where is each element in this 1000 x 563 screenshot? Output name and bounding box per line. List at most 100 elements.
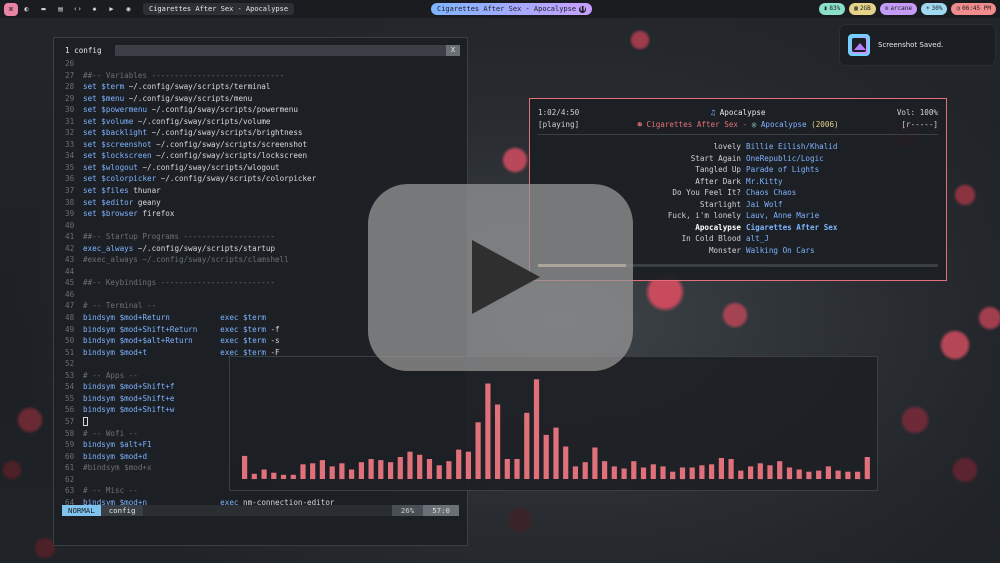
- visualizer-bar: [543, 434, 549, 479]
- gear-icon[interactable]: ✹: [86, 5, 103, 13]
- visualizer-bar: [378, 460, 384, 479]
- track-title: Tangled Up: [695, 165, 741, 174]
- track-artist: Billie Eilish/Khalid: [746, 142, 838, 151]
- code-token: $mod: [119, 313, 138, 323]
- code-line[interactable]: 30 set $powermenu ~/.config/sway/scripts/…: [65, 104, 334, 116]
- github-icon[interactable]: ◉: [120, 5, 137, 13]
- code-line[interactable]: 50 bindsym $mod+$alt+Return exec $term -s: [65, 335, 334, 347]
- playlist-item[interactable]: Start Again OneRepublic/Logic: [538, 153, 938, 165]
- code-token: $mod: [119, 382, 138, 392]
- code-line[interactable]: 40: [65, 220, 334, 232]
- code-line[interactable]: 48 bindsym $mod+Return exec $term: [65, 312, 334, 324]
- visualizer-bar: [660, 466, 666, 479]
- code-line[interactable]: 43 #exec_always ~/.config/sway/scripts/cl…: [65, 254, 334, 266]
- visualizer-bar: [329, 466, 335, 479]
- line-number: 51: [65, 347, 75, 357]
- close-tab-button[interactable]: X: [446, 45, 460, 56]
- code-token: $screenshot: [101, 139, 152, 149]
- code-token: ~/.config/sway/scripts/screenshot: [151, 139, 308, 149]
- visualizer-bar: [845, 471, 851, 480]
- launcher-button[interactable]: ⌘: [4, 2, 18, 16]
- code-token: $mod: [119, 393, 138, 403]
- code-token: $term: [243, 336, 266, 346]
- code-line[interactable]: 28 set $term ~/.config/sway/scripts/termi…: [65, 81, 334, 93]
- video-icon[interactable]: ▶: [103, 5, 120, 13]
- pause-icon[interactable]: ❚❚: [579, 5, 587, 13]
- code-token: +Return: [137, 313, 221, 323]
- code-line[interactable]: 39 set $browser firefox: [65, 208, 334, 220]
- playlist-item[interactable]: lovely Billie Eilish/Khalid: [538, 141, 938, 153]
- code-token: bindsym: [83, 324, 120, 334]
- visualizer-bar: [475, 422, 481, 479]
- now-playing-pill[interactable]: Cigarettes After Sex - Apocalypse ❚❚: [431, 3, 593, 15]
- code-line[interactable]: 38 set $editor geany: [65, 197, 334, 209]
- code-token: set: [83, 162, 102, 172]
- code-line[interactable]: 36 set $colorpicker ~/.config/sway/script…: [65, 173, 334, 185]
- visualizer-bar: [640, 467, 647, 480]
- code-token: $editor: [101, 197, 134, 207]
- code-line[interactable]: 46: [65, 289, 334, 301]
- line-number: 48: [65, 313, 75, 323]
- visualizer-bar: [738, 470, 744, 479]
- code-line[interactable]: 44: [65, 266, 334, 278]
- code-line[interactable]: 31 set $volume ~/.config/sway/scripts/vol…: [65, 116, 334, 128]
- memory-indicator[interactable]: ▦ 2GB: [849, 3, 876, 15]
- track-title: Start Again: [690, 153, 741, 163]
- code-line[interactable]: 26: [65, 58, 334, 70]
- visualizer-bar: [728, 459, 734, 479]
- visualizer-bar: [689, 467, 695, 480]
- video-play-overlay[interactable]: [368, 184, 633, 371]
- code-token: $term: [243, 313, 266, 323]
- artist-separator: -: [737, 119, 752, 129]
- line-number: 47: [65, 301, 75, 311]
- visualizer-bar: [319, 460, 325, 479]
- visualizer-bar: [621, 468, 627, 479]
- code-icon[interactable]: ‹›: [69, 5, 86, 13]
- battery-indicator[interactable]: ▮ 83%: [818, 3, 846, 15]
- code-token: $term: [243, 324, 266, 334]
- image-icon: [848, 34, 870, 56]
- brightness-indicator[interactable]: ☀ 30%: [921, 3, 948, 15]
- memory-icon: ▦: [854, 5, 858, 12]
- line-number: 37: [65, 186, 75, 196]
- song-title: Apocalypse: [719, 108, 766, 117]
- code-token: +Shift+f: [137, 382, 175, 392]
- clock-indicator[interactable]: ◷ 06:45 PM: [951, 3, 996, 15]
- playlist-item[interactable]: Tangled Up Parade of Lights: [538, 164, 938, 176]
- user-icon: ☻: [637, 119, 647, 129]
- code-token: ~/.config/sway/scripts/menu: [124, 93, 253, 103]
- code-token: #exec_always ~/.config/sway/scripts/clam…: [83, 255, 289, 265]
- visualizer-bar: [280, 474, 287, 479]
- code-line[interactable]: 29 set $menu ~/.config/sway/scripts/menu: [65, 93, 334, 105]
- network-indicator[interactable]: ≋ arcane: [879, 3, 917, 15]
- code-line[interactable]: 37 set $files thunar: [65, 185, 334, 197]
- terminal-icon[interactable]: ◐: [18, 5, 35, 13]
- code-line[interactable]: 47 # -- Terminal --: [65, 300, 334, 312]
- line-number: 58: [65, 428, 75, 438]
- visualizer-bar: [533, 379, 540, 480]
- notification[interactable]: Screenshot Saved.: [840, 25, 995, 65]
- code-line[interactable]: 27 ##-- Variables -----------------------…: [65, 70, 334, 82]
- visualizer-bar: [602, 461, 608, 480]
- code-token: $wlogout: [101, 162, 138, 172]
- visualizer-bar: [748, 466, 754, 479]
- track-artist: Chaos Chaos: [746, 188, 797, 197]
- code-line[interactable]: 45 ##-- Keybindings ---------------------…: [65, 277, 334, 289]
- visualizer-bar: [806, 471, 812, 480]
- code-line[interactable]: 49 bindsym $mod+Shift+Return exec $term -…: [65, 324, 334, 336]
- folder-icon[interactable]: ▬: [35, 5, 52, 13]
- code-token: # -- Wofi --: [83, 428, 138, 438]
- audio-visualizer: [229, 356, 878, 491]
- code-line[interactable]: 34 set $lockscreen ~/.config/sway/scripts…: [65, 150, 334, 162]
- visualizer-bar: [767, 465, 773, 479]
- document-icon[interactable]: ▤: [52, 5, 69, 13]
- code-line[interactable]: 42 exec_always ~/.config/sway/scripts/sta…: [65, 243, 334, 255]
- code-line[interactable]: 33 set $screenshot ~/.config/sway/scripts…: [65, 139, 334, 151]
- code-line[interactable]: 35 set $wlogout ~/.config/sway/scripts/wl…: [65, 162, 334, 174]
- tab-config[interactable]: 1 config: [65, 46, 115, 55]
- visualizer-bar: [650, 464, 656, 479]
- window-title[interactable]: Cigarettes After Sex - Apocalypse: [143, 3, 295, 15]
- code-line[interactable]: 32 set $backlight ~/.config/sway/scripts/…: [65, 127, 334, 139]
- code-line[interactable]: 41 ##-- Startup Programs ----------------…: [65, 231, 334, 243]
- line-number: 31: [65, 116, 75, 126]
